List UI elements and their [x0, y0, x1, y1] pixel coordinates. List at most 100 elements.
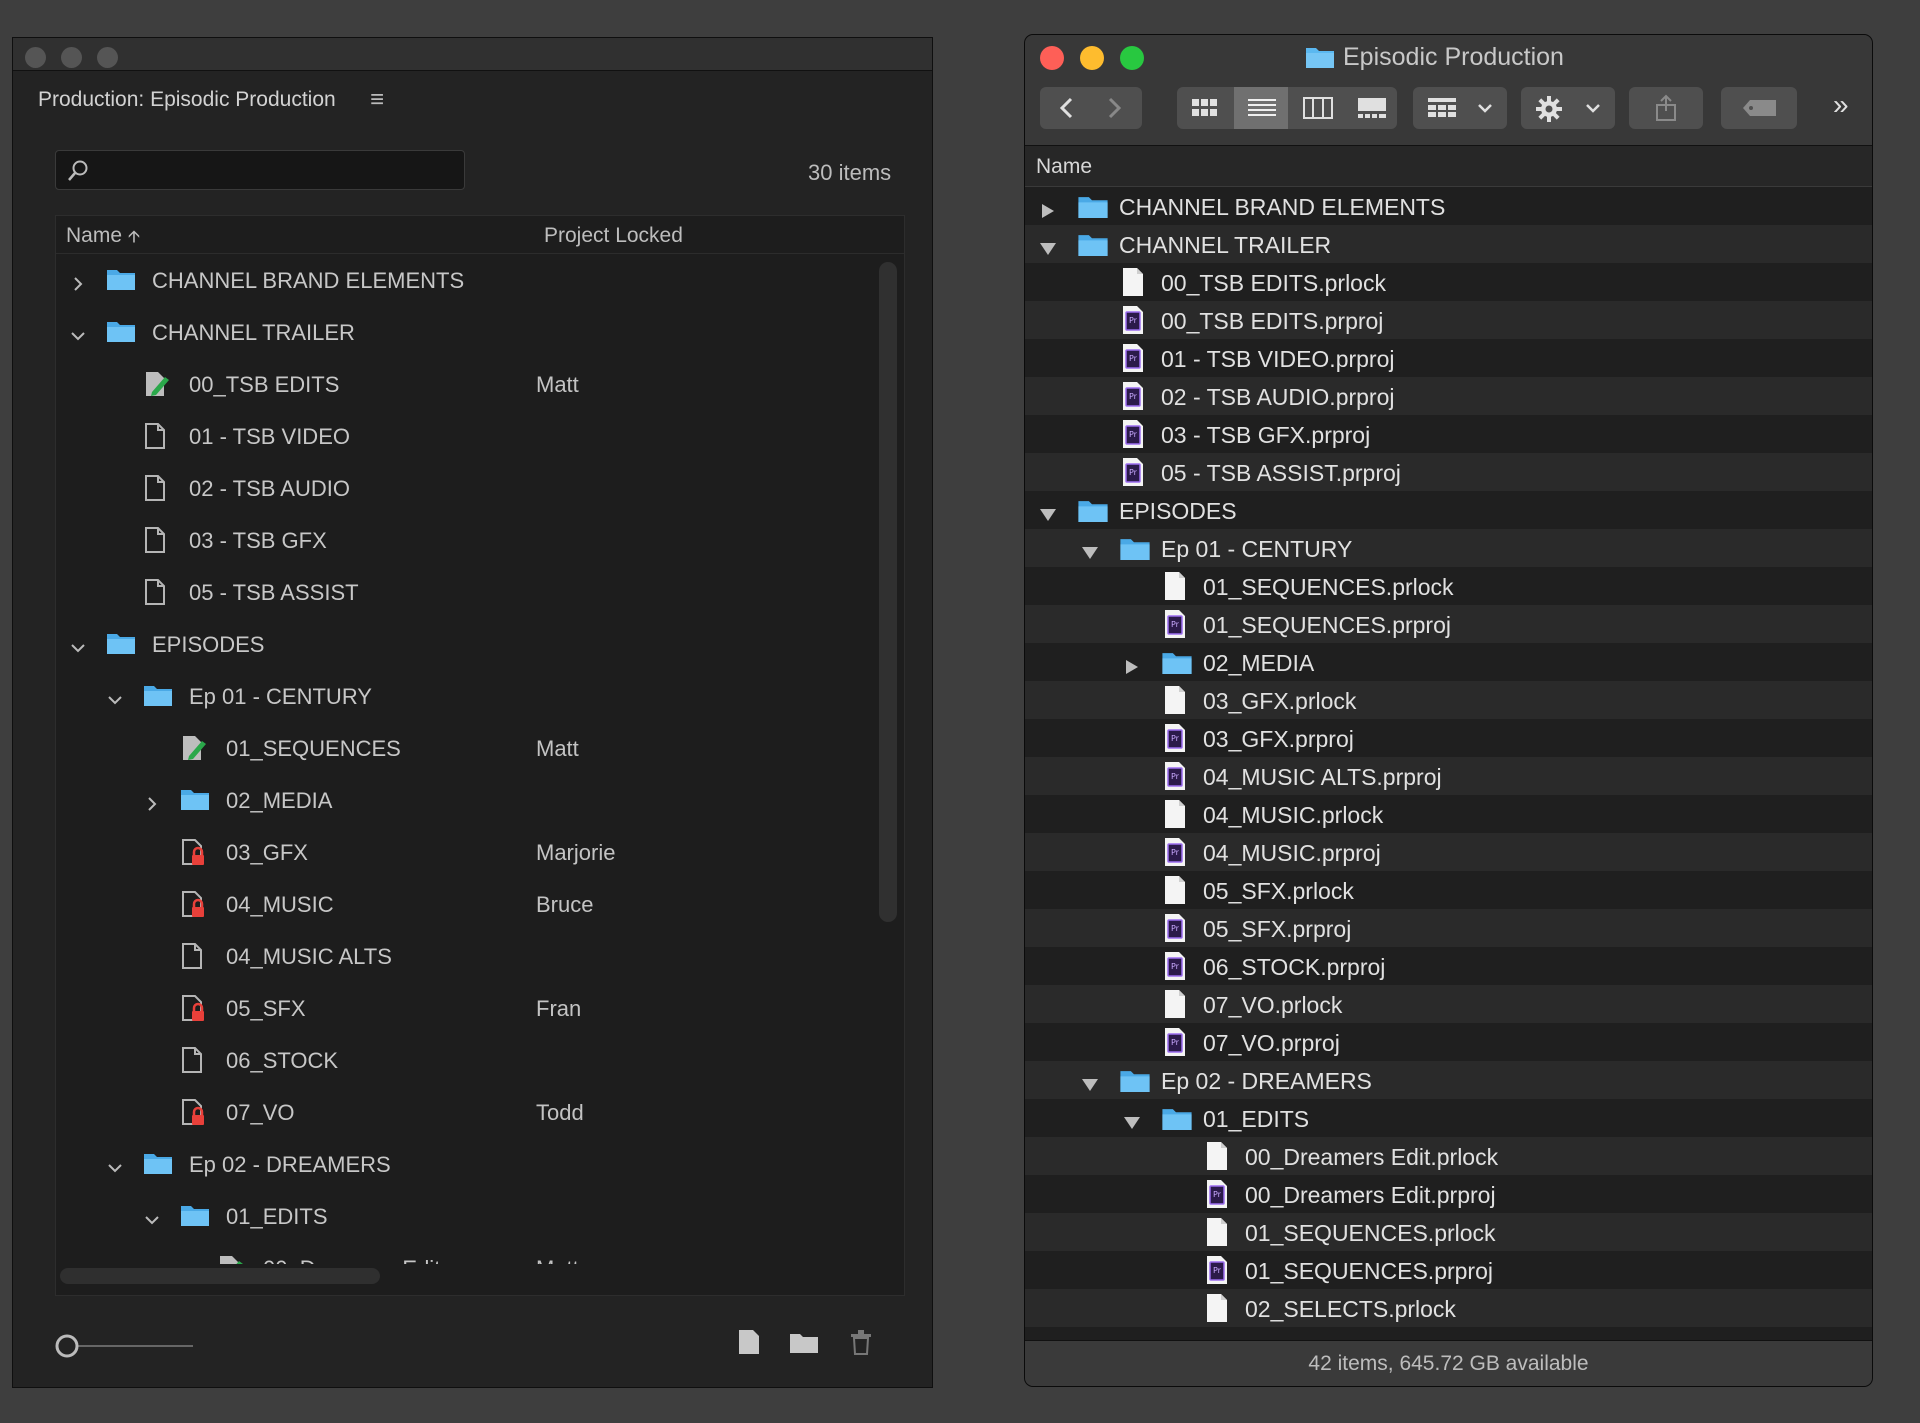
file-row[interactable]: EPISODES — [1025, 491, 1872, 529]
window-button[interactable] — [97, 47, 118, 68]
new-item-icon[interactable] — [736, 1328, 762, 1361]
trash-icon[interactable] — [848, 1328, 874, 1361]
list-item[interactable]: Ep 02 - DREAMERS — [56, 1138, 876, 1190]
file-row[interactable]: Pr 05 - TSB ASSIST.prproj — [1025, 453, 1872, 491]
disclosure-open-icon[interactable] — [1081, 540, 1099, 567]
back-icon[interactable] — [1056, 96, 1078, 120]
folder-icon — [1077, 232, 1109, 263]
list-item[interactable]: 04_MUSIC ALTS — [56, 930, 876, 982]
file-row[interactable]: 03_GFX.prlock — [1025, 681, 1872, 719]
list-item[interactable]: 01_EDITS — [56, 1190, 876, 1242]
horizontal-scrollbar[interactable] — [60, 1268, 380, 1284]
forward-icon[interactable] — [1103, 96, 1125, 120]
chevron-down-icon[interactable] — [144, 1208, 160, 1234]
file-row[interactable]: 05_SFX.prlock — [1025, 871, 1872, 909]
window-button[interactable] — [61, 47, 82, 68]
file-row[interactable]: 00_TSB EDITS.prlock — [1025, 263, 1872, 301]
list-item[interactable]: 03 - TSB GFX — [56, 514, 876, 566]
file-row[interactable]: Pr 02 - TSB AUDIO.prproj — [1025, 377, 1872, 415]
document-icon — [143, 578, 167, 612]
file-row[interactable]: 02_MEDIA — [1025, 643, 1872, 681]
gallery-view-icon[interactable] — [1357, 97, 1387, 119]
vertical-scrollbar[interactable] — [879, 262, 897, 922]
new-folder-icon[interactable] — [788, 1328, 820, 1361]
list-item[interactable]: Ep 01 - CENTURY — [56, 670, 876, 722]
file-row[interactable]: 00_Dreamers Edit.prlock — [1025, 1137, 1872, 1175]
column-view-icon[interactable] — [1303, 97, 1333, 119]
file-row[interactable]: 07_VO.prlock — [1025, 985, 1872, 1023]
chevron-down-icon[interactable] — [70, 324, 86, 350]
file-row[interactable]: Pr 01_SEQUENCES.prproj — [1025, 1251, 1872, 1289]
search-input[interactable] — [55, 150, 465, 190]
file-row[interactable]: Ep 02 - DREAMERS — [1025, 1061, 1872, 1099]
zoom-slider[interactable] — [55, 1331, 195, 1366]
file-row[interactable]: Pr 03 - TSB GFX.prproj — [1025, 415, 1872, 453]
chevron-right-icon[interactable] — [70, 272, 86, 298]
close-button[interactable] — [1040, 46, 1064, 70]
list-item[interactable]: 02 - TSB AUDIO — [56, 462, 876, 514]
item-name: 00_TSB EDITS — [189, 372, 340, 397]
search-field[interactable] — [98, 157, 452, 185]
panel-menu-icon[interactable]: ≡ — [370, 86, 384, 114]
list-item[interactable]: 00_Dreamers Edit Matt — [56, 1242, 876, 1264]
list-item[interactable]: 01 - TSB VIDEO — [56, 410, 876, 462]
minimize-button[interactable] — [1080, 46, 1104, 70]
production-panel: Production: Episodic Production ≡ 30 ite… — [12, 37, 933, 1388]
file-row[interactable]: CHANNEL BRAND ELEMENTS — [1025, 187, 1872, 225]
list-item[interactable]: 04_MUSIC Bruce — [56, 878, 876, 930]
file-row[interactable]: 01_SEQUENCES.prlock — [1025, 1213, 1872, 1251]
toolbar-overflow-icon[interactable]: » — [1833, 89, 1849, 121]
file-row[interactable]: 02_SELECTS.prlock — [1025, 1289, 1872, 1327]
disclosure-open-icon[interactable] — [1039, 502, 1057, 529]
file-row[interactable]: 04_MUSIC.prlock — [1025, 795, 1872, 833]
file-row[interactable]: Pr 00_Dreamers Edit.prproj — [1025, 1175, 1872, 1213]
column-header-project-locked[interactable]: Project Locked — [544, 224, 683, 248]
item-name: 07_VO — [226, 1100, 295, 1125]
file-row[interactable]: CHANNEL TRAILER — [1025, 225, 1872, 263]
chevron-right-icon[interactable] — [144, 792, 160, 818]
list-item[interactable]: 07_VO Todd — [56, 1086, 876, 1138]
list-item[interactable]: EPISODES — [56, 618, 876, 670]
file-row[interactable]: Pr 01_SEQUENCES.prproj — [1025, 605, 1872, 643]
list-item[interactable]: 03_GFX Marjorie — [56, 826, 876, 878]
action-menu-button[interactable] — [1521, 87, 1615, 129]
zoom-button[interactable] — [1120, 46, 1144, 70]
icon-view-icon[interactable] — [1191, 97, 1219, 119]
disclosure-open-icon[interactable] — [1081, 1072, 1099, 1099]
list-item[interactable]: CHANNEL TRAILER — [56, 306, 876, 358]
file-row[interactable]: Pr 01 - TSB VIDEO.prproj — [1025, 339, 1872, 377]
file-row[interactable]: Pr 06_STOCK.prproj — [1025, 947, 1872, 985]
list-item[interactable]: 05 - TSB ASSIST — [56, 566, 876, 618]
disclosure-open-icon[interactable] — [1039, 236, 1057, 263]
file-row[interactable]: 01_SEQUENCES.prlock — [1025, 567, 1872, 605]
document-icon — [1205, 1217, 1229, 1253]
file-row[interactable]: Pr 03_GFX.prproj — [1025, 719, 1872, 757]
list-item[interactable]: CHANNEL BRAND ELEMENTS — [56, 254, 876, 306]
file-row[interactable]: Pr 00_TSB EDITS.prproj — [1025, 301, 1872, 339]
file-row[interactable]: Pr 05_SFX.prproj — [1025, 909, 1872, 947]
finder-rows: CHANNEL BRAND ELEMENTS CHANNEL TRAILER 00_… — [1025, 187, 1872, 1338]
chevron-down-icon[interactable] — [107, 1156, 123, 1182]
list-item[interactable]: 01_SEQUENCES Matt — [56, 722, 876, 774]
column-header-name[interactable]: Name 🡩 — [66, 224, 140, 253]
share-button[interactable] — [1629, 87, 1703, 129]
file-row[interactable]: Pr 04_MUSIC ALTS.prproj — [1025, 757, 1872, 795]
list-item[interactable]: 05_SFX Fran — [56, 982, 876, 1034]
disclosure-closed-icon[interactable] — [1123, 654, 1141, 681]
window-button[interactable] — [25, 47, 46, 68]
file-row[interactable]: Pr 04_MUSIC.prproj — [1025, 833, 1872, 871]
disclosure-closed-icon[interactable] — [1039, 198, 1057, 225]
column-header-name[interactable]: Name — [1025, 146, 1872, 187]
list-item[interactable]: 02_MEDIA — [56, 774, 876, 826]
tags-button[interactable] — [1721, 87, 1797, 129]
window-title: Episodic Production — [1305, 43, 1564, 72]
disclosure-open-icon[interactable] — [1123, 1110, 1141, 1137]
file-row[interactable]: Ep 01 - CENTURY — [1025, 529, 1872, 567]
chevron-down-icon[interactable] — [70, 636, 86, 662]
list-item[interactable]: 00_TSB EDITS Matt — [56, 358, 876, 410]
list-item[interactable]: 06_STOCK — [56, 1034, 876, 1086]
file-row[interactable]: 01_EDITS — [1025, 1099, 1872, 1137]
chevron-down-icon[interactable] — [107, 688, 123, 714]
file-row[interactable]: Pr 07_VO.prproj — [1025, 1023, 1872, 1061]
group-menu-button[interactable] — [1413, 87, 1507, 129]
